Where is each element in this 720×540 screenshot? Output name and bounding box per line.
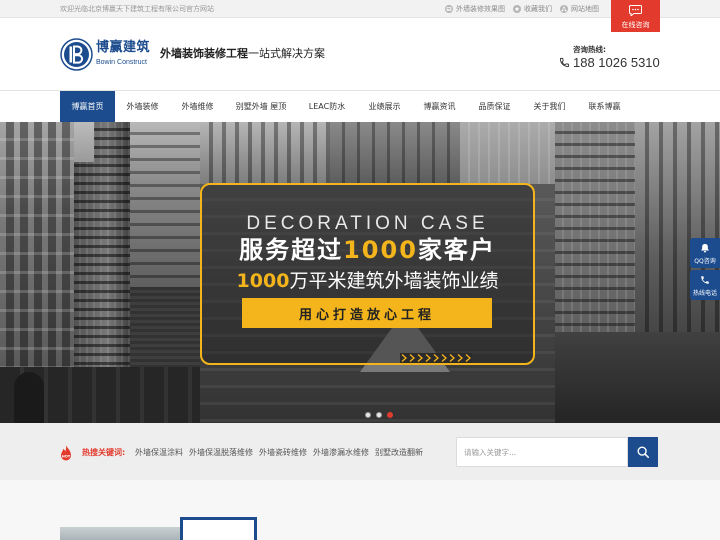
qq-consult-label: QQ咨询: [694, 258, 716, 265]
qq-icon: [701, 243, 709, 253]
content-section: [0, 480, 720, 540]
header-slogan: 外墙装饰装修工程一站式解决方案: [160, 47, 325, 60]
hero-headline-post: 家客户: [417, 236, 496, 264]
top-link-label: 网站地图: [571, 5, 599, 13]
site-logo[interactable]: 博赢建筑 Bowin Construct: [60, 38, 155, 72]
nav-list: 博赢首页 外墙装修 外墙维修 别墅外墙 屋顶 LEAC防水 业绩展示 博赢资讯 …: [60, 91, 632, 122]
nav-item-facade-decoration[interactable]: 外墙装修: [115, 91, 170, 122]
slogan-rest: 一站式解决方案: [248, 47, 325, 60]
hot-search-bar: HOT 热搜关键词: 外墙保温涂料 外墙保温脱落维修 外墙瓷砖维修 外墙渗漏水维…: [0, 423, 720, 480]
hero-banner[interactable]: DECORATION CASE 服务超过1000家客户 1000万平米建筑外墙装…: [0, 122, 720, 423]
hot-badge-text: HOT: [62, 455, 71, 459]
top-link-label: 外墙装修效果图: [456, 5, 505, 13]
nav-item-contact[interactable]: 联系博赢: [577, 91, 632, 122]
hero-headline-number: 1000: [343, 236, 418, 264]
floating-contact-sidebar: QQ咨询 热线电话: [690, 238, 720, 302]
hot-keyword-link[interactable]: 外墙渗漏水维修: [313, 448, 369, 457]
search-button[interactable]: [628, 437, 658, 467]
search-input[interactable]: [456, 437, 628, 467]
welcome-text: 欢迎光临北京博赢天下建筑工程有限公司官方网站: [60, 5, 214, 13]
featured-case-image[interactable]: [60, 527, 180, 540]
phone-icon: [701, 276, 709, 284]
top-link-bookmark[interactable]: 收藏我们: [513, 5, 552, 13]
hot-keywords-list: 外墙保温涂料 外墙保温脱落维修 外墙瓷砖维修 外墙渗漏水维修 别墅改造翻新: [135, 448, 423, 457]
logo-mark-icon: [60, 38, 93, 71]
slogan-bold: 外墙装饰装修工程: [160, 47, 248, 60]
top-link-sitemap[interactable]: 网站地图: [560, 5, 599, 13]
qq-consult-button[interactable]: QQ咨询: [690, 238, 720, 268]
star-icon: [513, 5, 521, 13]
hero-subline-number: 1000: [236, 270, 290, 292]
nav-item-villa-roof[interactable]: 别墅外墙 屋顶: [225, 91, 297, 122]
hotline-label: 咨询热线:: [573, 45, 606, 54]
hot-keywords-label: 热搜关键词:: [82, 448, 126, 457]
nav-item-leac-waterproof[interactable]: LEAC防水: [297, 91, 357, 122]
slider-dot[interactable]: [365, 412, 371, 418]
image-icon: [445, 5, 453, 13]
nav-item-facade-repair[interactable]: 外墙维修: [170, 91, 225, 122]
top-links: 外墙装修效果图 收藏我们 网站地图: [445, 4, 599, 14]
slider-dot[interactable]: [376, 412, 382, 418]
hot-keyword-link[interactable]: 别墅改造翻新: [375, 448, 423, 457]
hero-subline: 1000万平米建筑外墙装饰业绩: [200, 270, 535, 292]
hero-headline: 服务超过1000家客户: [200, 237, 535, 264]
search-icon: [637, 446, 650, 459]
main-nav: 博赢首页 外墙装修 外墙维修 别墅外墙 屋顶 LEAC防水 业绩展示 博赢资讯 …: [0, 90, 720, 122]
nav-item-about[interactable]: 关于我们: [522, 91, 577, 122]
phone-icon: [559, 57, 570, 68]
sitemap-icon: [560, 5, 568, 13]
nav-item-projects[interactable]: 业绩展示: [357, 91, 412, 122]
chat-bubble-icon: [629, 5, 642, 16]
hero-eyebrow: DECORATION CASE: [246, 213, 489, 234]
hotline-label: 热线电话: [692, 290, 717, 297]
logo-tagline: Bowin Construct: [96, 59, 147, 66]
logo-name: 博赢建筑: [96, 40, 151, 55]
nav-item-quality[interactable]: 品质保证: [467, 91, 522, 122]
slider-dot[interactable]: [387, 412, 393, 418]
online-consult-label: 在线咨询: [621, 21, 650, 29]
hot-keyword-link[interactable]: 外墙保温脱落维修: [189, 448, 253, 457]
online-consult-button[interactable]: 在线咨询: [611, 0, 660, 32]
nav-item-news[interactable]: 博赢资讯: [412, 91, 467, 122]
hero-cta-button[interactable]: 用心打造放心工程: [242, 298, 492, 328]
hotline-button[interactable]: 热线电话: [690, 270, 720, 300]
hot-keyword-link[interactable]: 外墙保温涂料: [135, 448, 183, 457]
hero-headline-pre: 服务超过: [239, 236, 344, 264]
hot-keyword-link[interactable]: 外墙瓷砖维修: [259, 448, 307, 457]
hotline-number[interactable]: 188 1026 5310: [573, 55, 660, 70]
fire-icon: HOT: [61, 445, 71, 461]
hero-subline-post: 万平米建筑外墙装饰业绩: [289, 270, 499, 292]
nav-item-home[interactable]: 博赢首页: [60, 91, 115, 122]
top-link-gallery[interactable]: 外墙装修效果图: [445, 5, 505, 13]
slider-dots: [365, 412, 393, 418]
top-link-label: 收藏我们: [524, 5, 552, 13]
chevron-row-icon: [400, 353, 472, 363]
featured-card-frame: [180, 517, 257, 540]
